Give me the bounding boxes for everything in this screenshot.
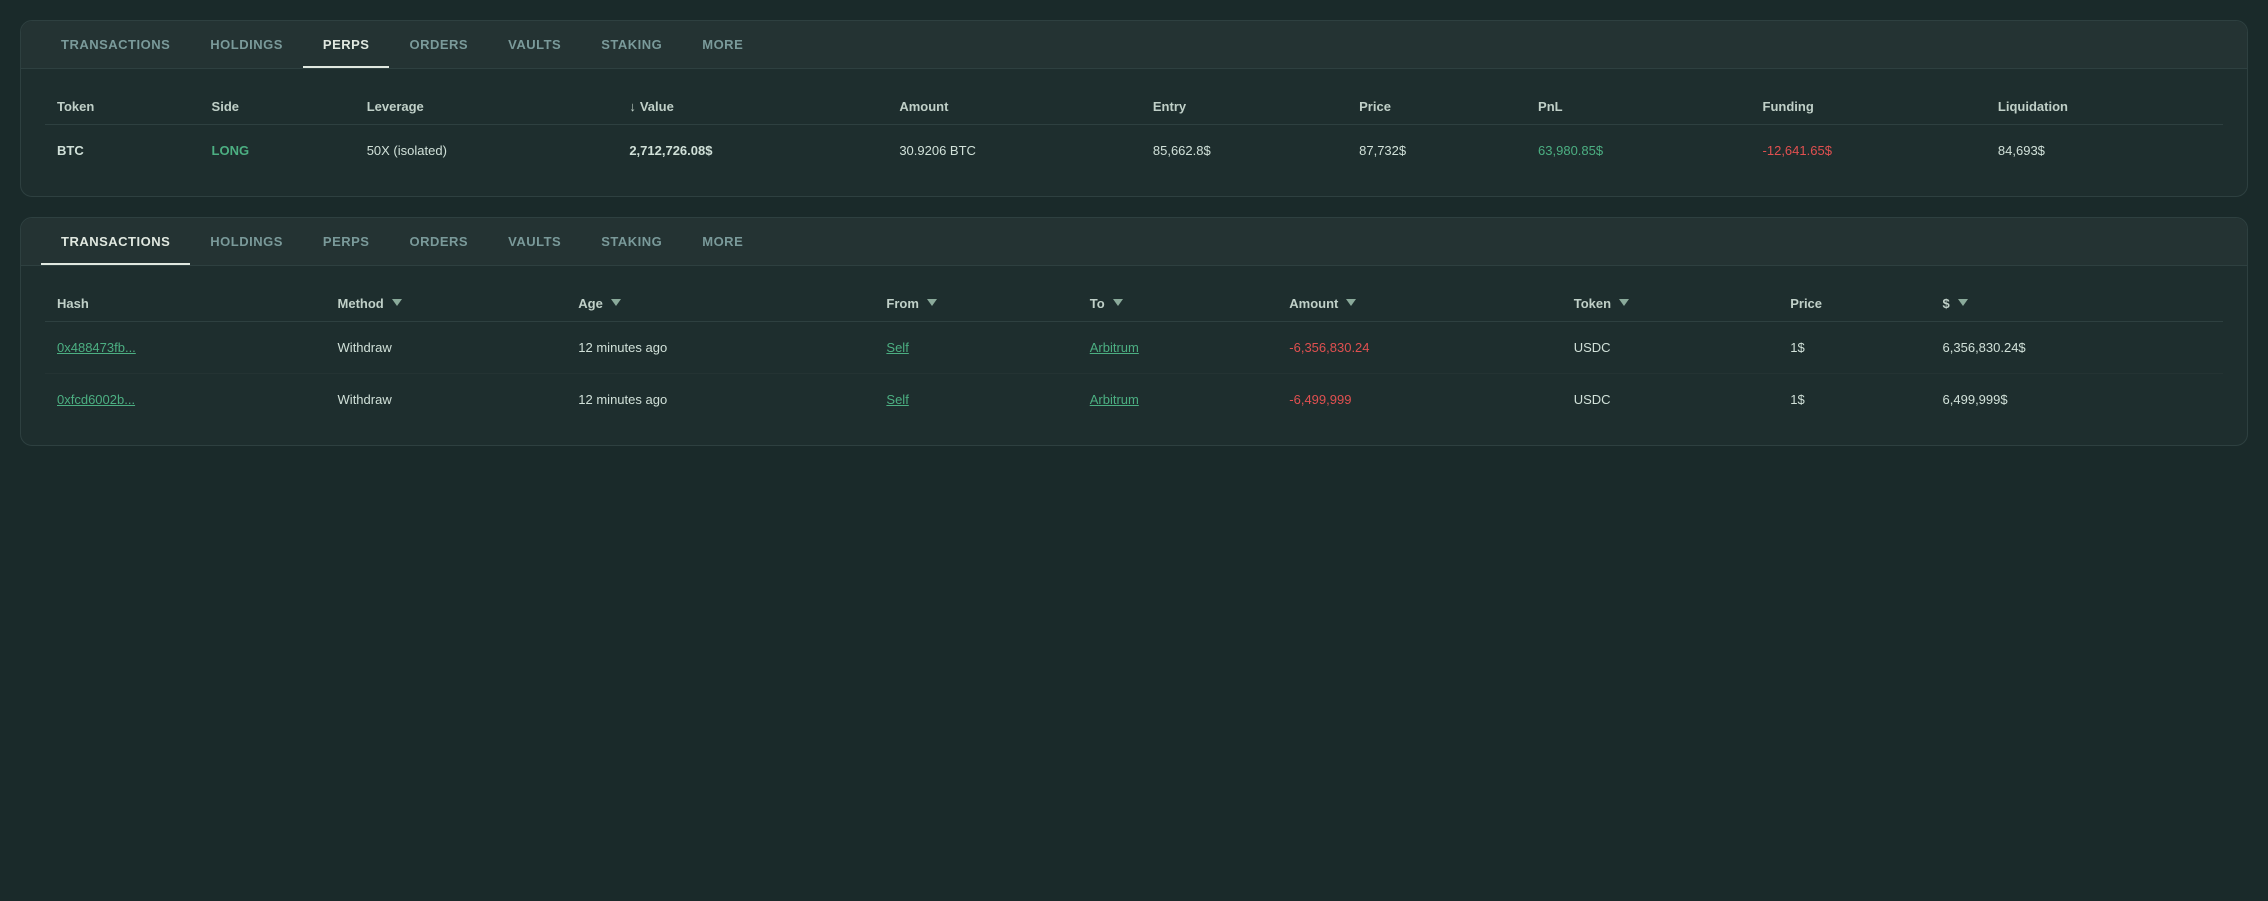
cell-age-1: 12 minutes ago xyxy=(566,322,874,374)
cell-usd-2: 6,499,999$ xyxy=(1931,374,2223,426)
tab-more-1[interactable]: MORE xyxy=(682,21,763,68)
col-age[interactable]: Age xyxy=(566,286,874,322)
table-row: 0xfcd6002b... Withdraw 12 minutes ago Se… xyxy=(45,374,2223,426)
transactions-panel: TRANSACTIONS HOLDINGS PERPS ORDERS VAULT… xyxy=(20,217,2248,446)
perps-panel: TRANSACTIONS HOLDINGS PERPS ORDERS VAULT… xyxy=(20,20,2248,197)
cell-usd-1: 6,356,830.24$ xyxy=(1931,322,2223,374)
cell-hash-2[interactable]: 0xfcd6002b... xyxy=(45,374,326,426)
from-filter-icon[interactable] xyxy=(927,299,937,306)
col-price: Price xyxy=(1347,89,1526,125)
cell-token-2: USDC xyxy=(1562,374,1778,426)
cell-hash-1[interactable]: 0x488473fb... xyxy=(45,322,326,374)
cell-method-2: Withdraw xyxy=(326,374,567,426)
age-filter-icon[interactable] xyxy=(611,299,621,306)
col-side: Side xyxy=(200,89,355,125)
cell-pnl: 63,980.85$ xyxy=(1526,125,1750,177)
tab-holdings-1[interactable]: HOLDINGS xyxy=(190,21,303,68)
col-token: Token xyxy=(45,89,200,125)
transactions-tab-bar: TRANSACTIONS HOLDINGS PERPS ORDERS VAULT… xyxy=(21,218,2247,266)
amount-filter-icon[interactable] xyxy=(1346,299,1356,306)
tab-transactions-2[interactable]: TRANSACTIONS xyxy=(41,218,190,265)
col-from[interactable]: From xyxy=(874,286,1077,322)
tab-vaults-2[interactable]: VAULTS xyxy=(488,218,581,265)
cell-price: 87,732$ xyxy=(1347,125,1526,177)
sort-arrow-icon: ↓ xyxy=(629,99,636,114)
cell-funding: -12,641.65$ xyxy=(1751,125,1986,177)
tab-orders-1[interactable]: ORDERS xyxy=(389,21,488,68)
cell-from-2[interactable]: Self xyxy=(874,374,1077,426)
col-pnl: PnL xyxy=(1526,89,1750,125)
cell-token: BTC xyxy=(45,125,200,177)
cell-price-2: 1$ xyxy=(1778,374,1930,426)
col-token[interactable]: Token xyxy=(1562,286,1778,322)
col-liquidation: Liquidation xyxy=(1986,89,2223,125)
tab-holdings-2[interactable]: HOLDINGS xyxy=(190,218,303,265)
tab-orders-2[interactable]: ORDERS xyxy=(389,218,488,265)
tab-vaults-1[interactable]: VAULTS xyxy=(488,21,581,68)
cell-value: 2,712,726.08$ xyxy=(617,125,887,177)
col-method[interactable]: Method xyxy=(326,286,567,322)
cell-side: LONG xyxy=(200,125,355,177)
cell-amount-1: -6,356,830.24 xyxy=(1277,322,1561,374)
perps-table: Token Side Leverage ↓Value Amount Entry … xyxy=(45,89,2223,176)
method-filter-icon[interactable] xyxy=(392,299,402,306)
perps-tab-bar: TRANSACTIONS HOLDINGS PERPS ORDERS VAULT… xyxy=(21,21,2247,69)
cell-leverage: 50X (isolated) xyxy=(355,125,618,177)
cell-to-1[interactable]: Arbitrum xyxy=(1078,322,1278,374)
cell-age-2: 12 minutes ago xyxy=(566,374,874,426)
table-row: BTC LONG 50X (isolated) 2,712,726.08$ 30… xyxy=(45,125,2223,177)
tab-perps-1[interactable]: PERPS xyxy=(303,21,390,68)
table-row: 0x488473fb... Withdraw 12 minutes ago Se… xyxy=(45,322,2223,374)
cell-entry: 85,662.8$ xyxy=(1141,125,1347,177)
perps-table-area: Token Side Leverage ↓Value Amount Entry … xyxy=(21,69,2247,196)
to-filter-icon[interactable] xyxy=(1113,299,1123,306)
cell-amount: 30.9206 BTC xyxy=(887,125,1141,177)
tab-staking-2[interactable]: STAKING xyxy=(581,218,682,265)
cell-method-1: Withdraw xyxy=(326,322,567,374)
cell-liquidation: 84,693$ xyxy=(1986,125,2223,177)
usd-filter-icon[interactable] xyxy=(1958,299,1968,306)
transactions-table-area: Hash Method Age xyxy=(21,266,2247,445)
col-amount[interactable]: Amount xyxy=(1277,286,1561,322)
cell-price-1: 1$ xyxy=(1778,322,1930,374)
col-leverage: Leverage xyxy=(355,89,618,125)
col-to[interactable]: To xyxy=(1078,286,1278,322)
col-funding: Funding xyxy=(1751,89,1986,125)
token-filter-icon[interactable] xyxy=(1619,299,1629,306)
col-entry: Entry xyxy=(1141,89,1347,125)
col-value[interactable]: ↓Value xyxy=(617,89,887,125)
tab-staking-1[interactable]: STAKING xyxy=(581,21,682,68)
col-hash: Hash xyxy=(45,286,326,322)
col-price: Price xyxy=(1778,286,1930,322)
tab-transactions-1[interactable]: TRANSACTIONS xyxy=(41,21,190,68)
tab-perps-2[interactable]: PERPS xyxy=(303,218,390,265)
col-amount: Amount xyxy=(887,89,1141,125)
cell-amount-2: -6,499,999 xyxy=(1277,374,1561,426)
cell-to-2[interactable]: Arbitrum xyxy=(1078,374,1278,426)
transactions-table: Hash Method Age xyxy=(45,286,2223,425)
cell-from-1[interactable]: Self xyxy=(874,322,1077,374)
tab-more-2[interactable]: MORE xyxy=(682,218,763,265)
col-usd[interactable]: $ xyxy=(1931,286,2223,322)
cell-token-1: USDC xyxy=(1562,322,1778,374)
